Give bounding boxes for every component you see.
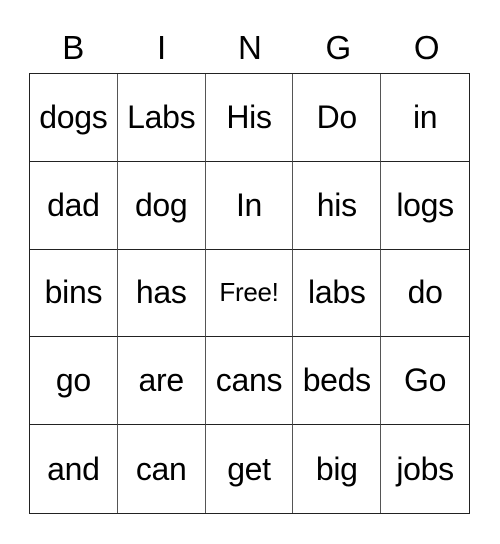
bingo-cell[interactable]: dad (30, 161, 118, 250)
bingo-cell[interactable]: his (293, 161, 382, 250)
bingo-cell[interactable]: has (117, 249, 206, 338)
header-letter-b: B (62, 29, 85, 66)
bingo-cell[interactable]: jobs (381, 425, 469, 513)
bingo-cell[interactable]: Do (293, 74, 382, 162)
bingo-cell[interactable]: Labs (117, 74, 206, 162)
bingo-cell[interactable]: Go (381, 337, 469, 426)
bingo-cell[interactable]: His (205, 74, 294, 162)
header-letter-n: N (238, 29, 262, 66)
bingo-cell[interactable]: get (206, 425, 294, 513)
bingo-cell[interactable]: beds (293, 337, 382, 426)
header-letter-g: G (325, 29, 352, 66)
free-space-cell[interactable]: Free! (205, 249, 294, 338)
bingo-cell[interactable]: can (118, 425, 206, 513)
header-letter-i: I (157, 29, 167, 66)
bingo-cell[interactable]: big (293, 425, 382, 513)
bingo-cell[interactable]: bins (30, 249, 118, 338)
bingo-cell[interactable]: go (30, 337, 118, 426)
bingo-cell[interactable]: do (381, 250, 469, 338)
bingo-header: B I N G O (29, 28, 471, 68)
bingo-cell[interactable]: are (117, 337, 206, 426)
bingo-grid: dogs Labs His Do in dad dog In his logs … (29, 73, 470, 514)
bingo-cell[interactable]: and (30, 425, 118, 513)
bingo-cell[interactable]: dog (117, 161, 206, 250)
bingo-cell[interactable]: In (205, 161, 294, 250)
bingo-cell[interactable]: in (381, 74, 469, 162)
bingo-cell[interactable]: dogs (30, 74, 118, 162)
bingo-cell[interactable]: labs (293, 249, 382, 338)
bingo-cell[interactable]: cans (205, 337, 294, 426)
header-letter-o: O (413, 29, 440, 66)
bingo-cell[interactable]: logs (381, 162, 469, 250)
